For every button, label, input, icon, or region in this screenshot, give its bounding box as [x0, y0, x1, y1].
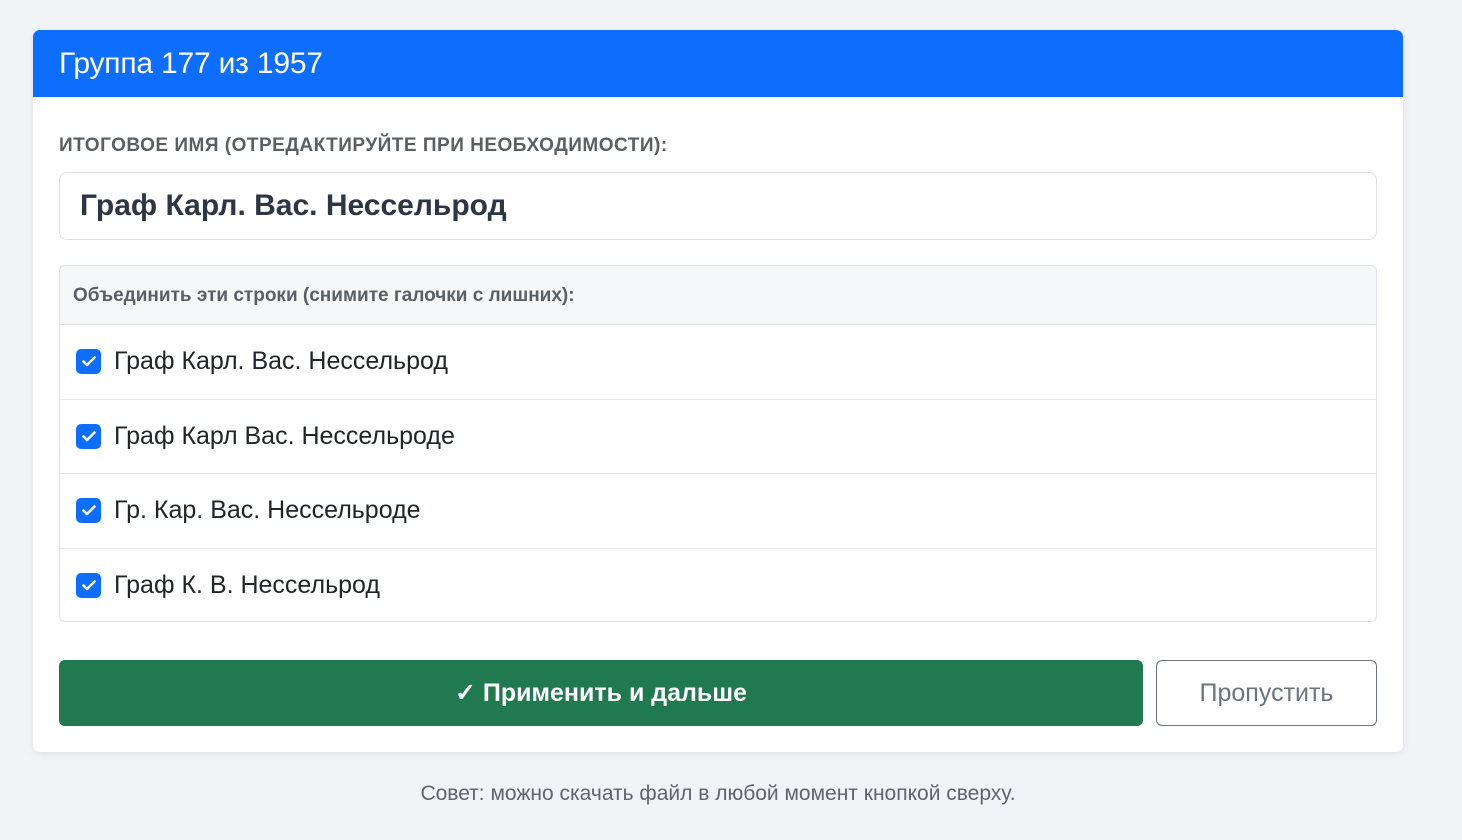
- merge-list-header: Объединить эти строки (снимите галочки с…: [60, 266, 1376, 325]
- checkbox-checked-icon[interactable]: [76, 423, 101, 449]
- merge-list-item[interactable]: Граф Карл Вас. Нессельроде: [60, 400, 1376, 474]
- merge-list-item[interactable]: Граф Карл. Вас. Нессельрод: [60, 325, 1376, 400]
- hint-text: Совет: можно скачать файл в любой момент…: [420, 782, 1016, 805]
- group-title: Группа 177 из 1957: [33, 30, 1403, 97]
- final-name-input[interactable]: [59, 172, 1377, 240]
- merge-item-label: Граф Карл Вас. Нессельроде: [114, 421, 455, 450]
- merge-item-label: Граф Карл. Вас. Нессельрод: [114, 347, 448, 376]
- checkbox-checked-icon[interactable]: [76, 498, 101, 524]
- merge-list-item[interactable]: Гр. Кар. Вас. Нессельроде: [60, 474, 1376, 549]
- skip-button[interactable]: Пропустить: [1156, 660, 1377, 726]
- merge-item-label: Гр. Кар. Вас. Нессельроде: [114, 496, 421, 525]
- checkbox-checked-icon[interactable]: [76, 349, 101, 375]
- group-card: Группа 177 из 1957 Итоговое имя (отредак…: [33, 30, 1403, 752]
- merge-item-label: Граф К. В. Нессельрод: [114, 570, 380, 599]
- checkmark-icon: ✓: [454, 679, 476, 707]
- apply-and-next-button[interactable]: ✓ Применить и дальше: [59, 660, 1143, 726]
- checkbox-checked-icon[interactable]: [76, 572, 101, 598]
- apply-button-label: Применить и дальше: [482, 678, 748, 707]
- merge-list: Объединить эти строки (снимите галочки с…: [59, 265, 1377, 622]
- merge-list-item[interactable]: Граф К. В. Нессельрод: [60, 549, 1376, 622]
- final-name-label: Итоговое имя (отредактируйте при необход…: [59, 135, 668, 156]
